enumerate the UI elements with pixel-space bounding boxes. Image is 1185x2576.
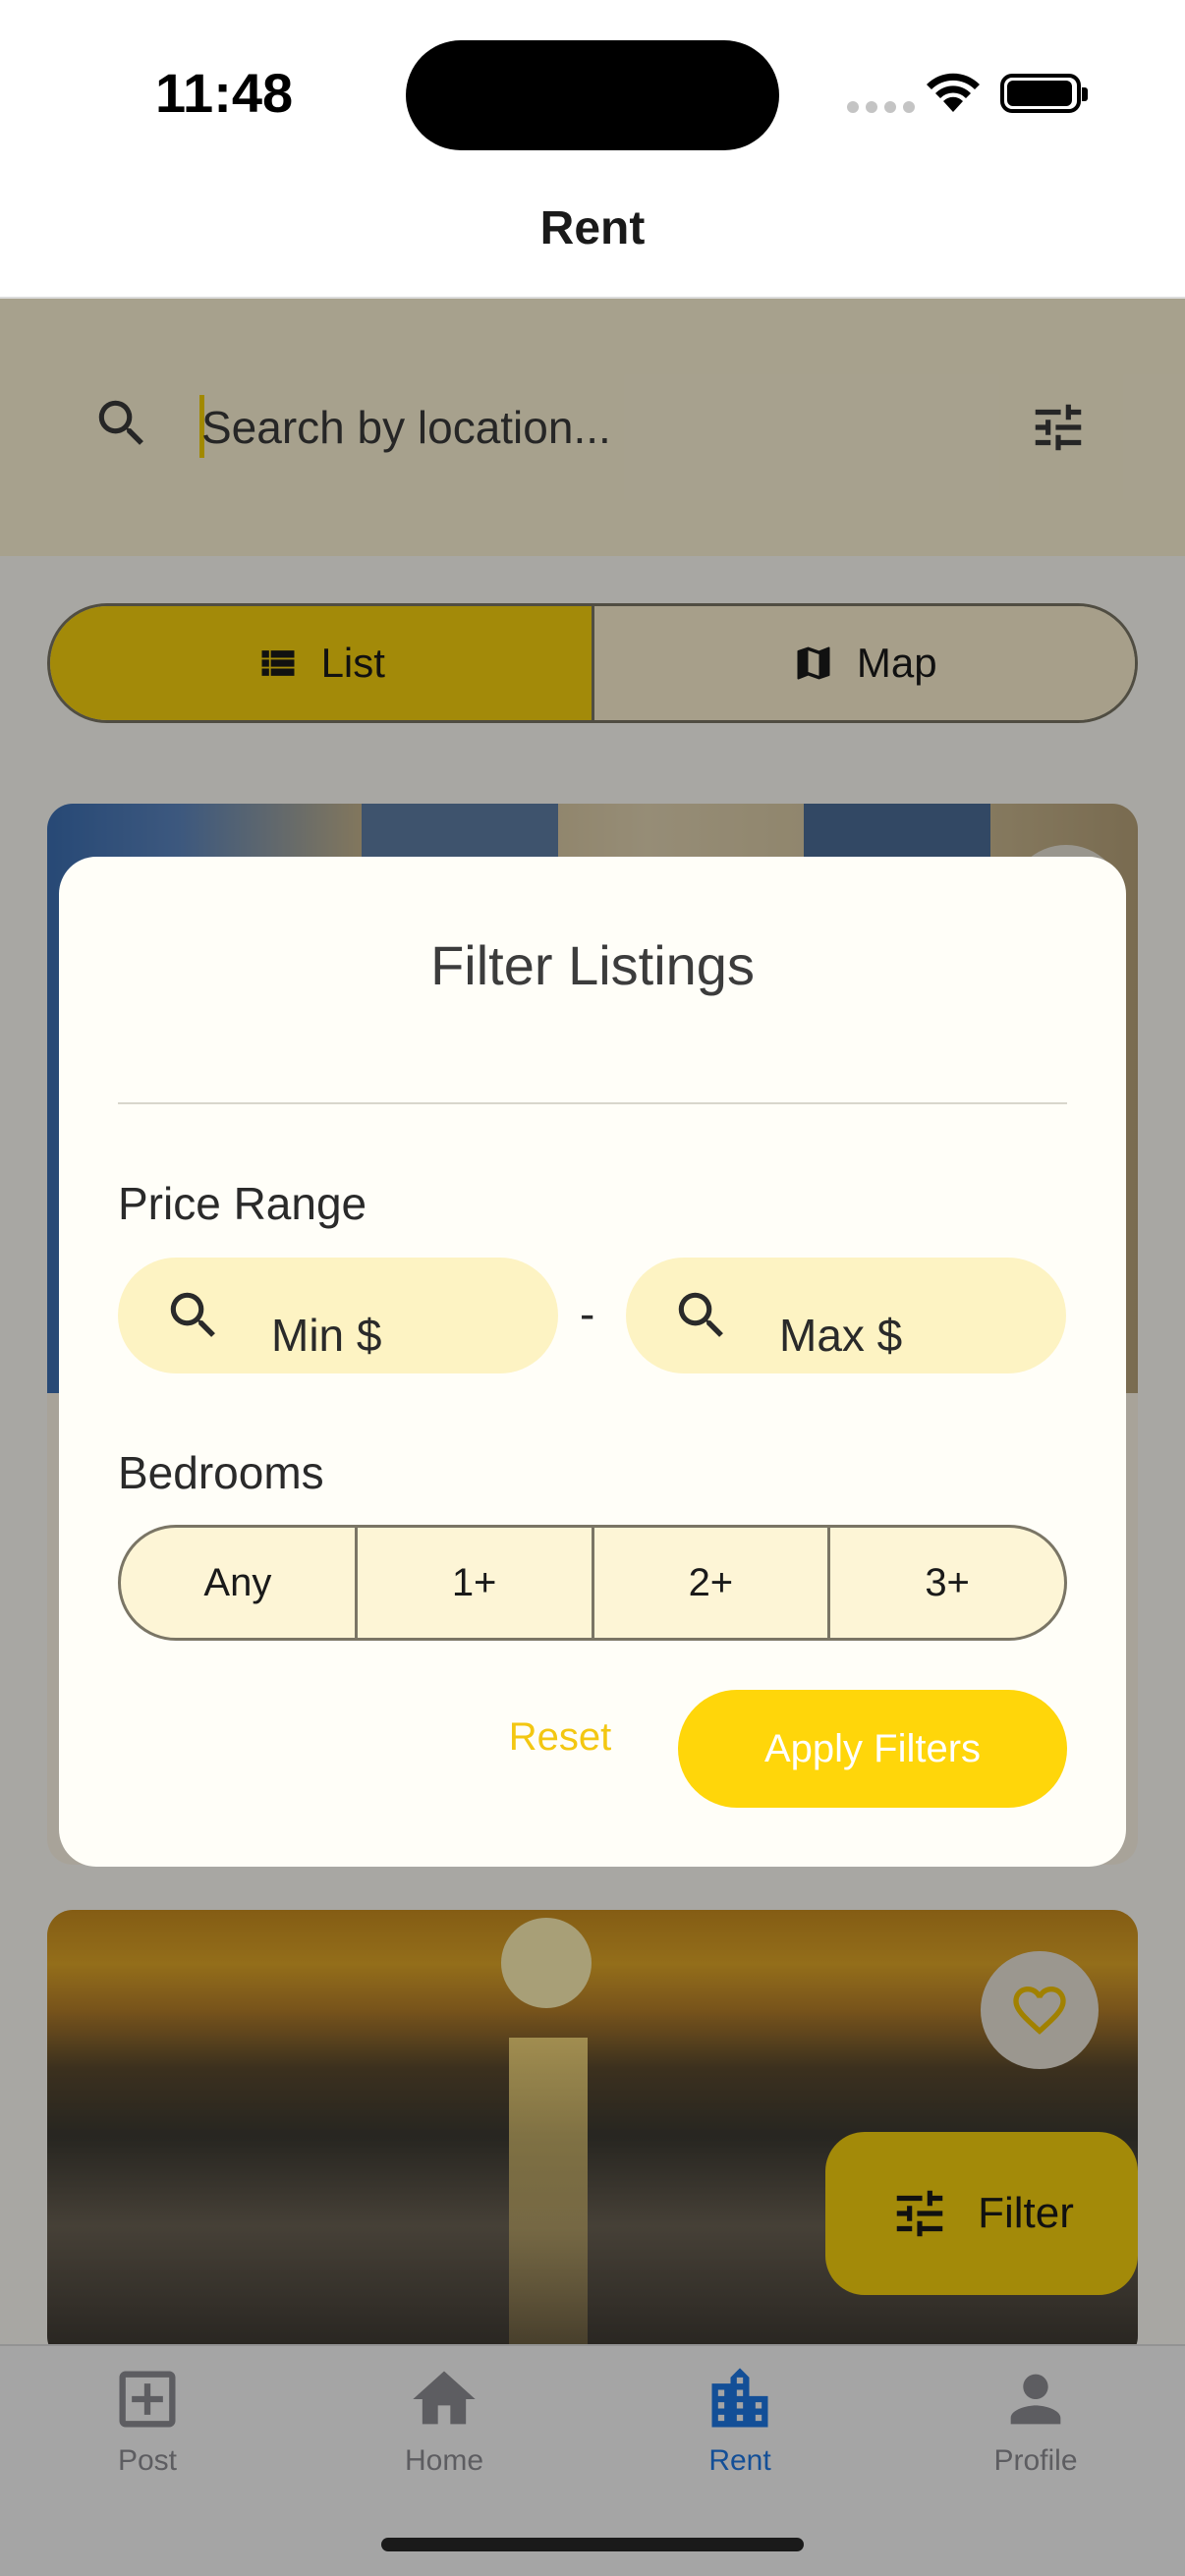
bedroom-option-3[interactable]: 3+ bbox=[830, 1528, 1064, 1638]
search-icon bbox=[678, 1292, 723, 1337]
min-price-field[interactable]: Min $ bbox=[118, 1258, 558, 1373]
max-price-placeholder: Max $ bbox=[779, 1310, 903, 1361]
search-icon bbox=[170, 1292, 215, 1337]
status-bar: 11:48 bbox=[0, 0, 1185, 187]
bedroom-option-1[interactable]: 1+ bbox=[358, 1528, 594, 1638]
dialog-divider bbox=[118, 1102, 1067, 1104]
page-title: Rent bbox=[539, 202, 646, 254]
dynamic-island bbox=[406, 40, 779, 150]
apply-filters-button[interactable]: Apply Filters bbox=[678, 1690, 1067, 1808]
bedrooms-label: Bedrooms bbox=[118, 1447, 324, 1498]
cellular-signal-icon bbox=[847, 101, 915, 113]
reset-button[interactable]: Reset bbox=[480, 1715, 641, 1760]
home-indicator bbox=[381, 2538, 804, 2551]
bedroom-option-2[interactable]: 2+ bbox=[594, 1528, 831, 1638]
wifi-icon bbox=[927, 73, 980, 112]
status-time: 11:48 bbox=[155, 62, 294, 124]
max-price-field[interactable]: Max $ bbox=[626, 1258, 1066, 1373]
price-range-label: Price Range bbox=[118, 1178, 367, 1229]
bedroom-option-any[interactable]: Any bbox=[121, 1528, 358, 1638]
battery-icon bbox=[1000, 74, 1088, 113]
price-separator: - bbox=[580, 1288, 595, 1339]
dialog-title: Filter Listings bbox=[430, 934, 755, 996]
bedrooms-selector: Any 1+ 2+ 3+ bbox=[118, 1525, 1067, 1641]
min-price-placeholder: Min $ bbox=[271, 1310, 382, 1361]
